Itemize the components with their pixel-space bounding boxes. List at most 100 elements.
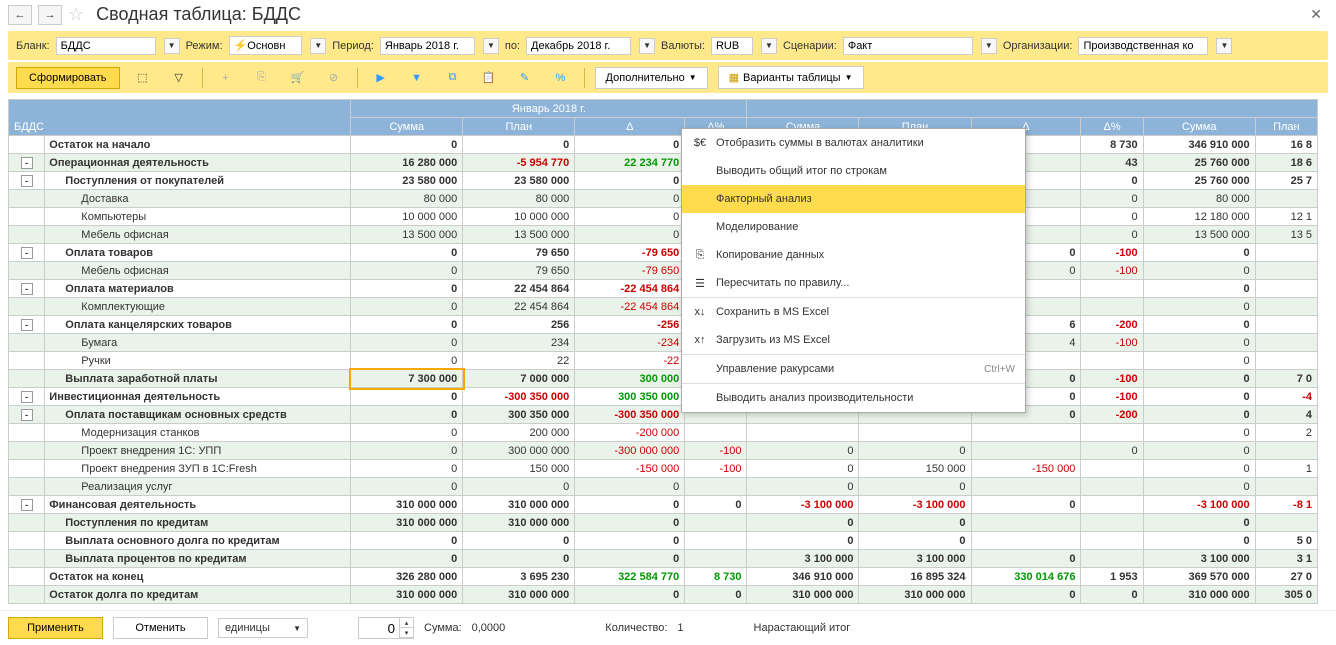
- tree-expand[interactable]: [9, 478, 45, 496]
- cell[interactable]: 310 000 000: [351, 514, 463, 532]
- cell[interactable]: -150 000: [575, 460, 685, 478]
- tree-expand[interactable]: [9, 532, 45, 550]
- cell[interactable]: [1255, 262, 1317, 280]
- cell[interactable]: 25 760 000: [1143, 154, 1255, 172]
- cell[interactable]: 22: [463, 352, 575, 370]
- cell[interactable]: 12 180 000: [1143, 208, 1255, 226]
- cell[interactable]: 0: [1143, 370, 1255, 388]
- cell[interactable]: 369 570 000: [1143, 568, 1255, 586]
- cell[interactable]: 80 000: [1143, 190, 1255, 208]
- cell[interactable]: 0: [1143, 388, 1255, 406]
- cell[interactable]: 0: [1143, 316, 1255, 334]
- cell[interactable]: 256: [463, 316, 575, 334]
- tree-expand[interactable]: -: [9, 388, 45, 406]
- cell[interactable]: 322 584 770: [575, 568, 685, 586]
- row-name[interactable]: Компьютеры: [45, 208, 351, 226]
- cell[interactable]: 0: [351, 298, 463, 316]
- row-name[interactable]: Оплата поставщикам основных средств: [45, 406, 351, 424]
- menu-item[interactable]: Моделирование: [682, 213, 1025, 241]
- cell[interactable]: 150 000: [859, 460, 971, 478]
- cell[interactable]: [971, 424, 1081, 442]
- cell[interactable]: 0: [971, 496, 1081, 514]
- cell[interactable]: 310 000 000: [351, 496, 463, 514]
- cell[interactable]: 23 580 000: [463, 172, 575, 190]
- back-button[interactable]: ←: [8, 5, 32, 25]
- cell[interactable]: 0: [351, 460, 463, 478]
- cell[interactable]: 0: [1143, 442, 1255, 460]
- cell[interactable]: 300 350 000: [463, 406, 575, 424]
- cell[interactable]: [1255, 352, 1317, 370]
- delete-icon[interactable]: ⊘: [321, 67, 347, 89]
- cell[interactable]: 0: [351, 280, 463, 298]
- tree-expand[interactable]: [9, 424, 45, 442]
- cell[interactable]: 7 300 000: [351, 370, 463, 388]
- funnel-icon[interactable]: ▽: [166, 67, 192, 89]
- cell[interactable]: 0: [1143, 424, 1255, 442]
- cart-icon[interactable]: 🛒: [285, 67, 311, 89]
- cell[interactable]: -3 100 000: [859, 496, 971, 514]
- cell[interactable]: 310 000 000: [859, 586, 971, 604]
- cell[interactable]: [685, 424, 747, 442]
- cell[interactable]: 0: [351, 388, 463, 406]
- cell[interactable]: 0: [575, 136, 685, 154]
- cell[interactable]: 3 100 000: [1143, 550, 1255, 568]
- cell[interactable]: 0: [859, 532, 971, 550]
- cell[interactable]: 300 000 000: [463, 442, 575, 460]
- cell[interactable]: 0: [1081, 442, 1143, 460]
- row-name[interactable]: Инвестиционная деятельность: [45, 388, 351, 406]
- tree-expand[interactable]: -: [9, 316, 45, 334]
- cell[interactable]: 0: [1081, 226, 1143, 244]
- cell[interactable]: [859, 424, 971, 442]
- cell[interactable]: [1081, 550, 1143, 568]
- cell[interactable]: 5 0: [1255, 532, 1317, 550]
- cell[interactable]: 79 650: [463, 244, 575, 262]
- cell[interactable]: 300 000: [575, 370, 685, 388]
- cell[interactable]: 22 454 864: [463, 298, 575, 316]
- star-icon[interactable]: ☆: [68, 4, 84, 25]
- cell[interactable]: [1081, 496, 1143, 514]
- cell[interactable]: 7 000 000: [463, 370, 575, 388]
- cell[interactable]: [1255, 280, 1317, 298]
- cell[interactable]: 0: [747, 478, 859, 496]
- scenario-input[interactable]: [848, 40, 968, 52]
- spin-input[interactable]: ▴▾: [358, 617, 414, 639]
- cell[interactable]: 80 000: [351, 190, 463, 208]
- tree-expand[interactable]: [9, 262, 45, 280]
- tree-expand[interactable]: [9, 334, 45, 352]
- cell[interactable]: 0: [351, 478, 463, 496]
- tree-expand[interactable]: [9, 568, 45, 586]
- tree-expand[interactable]: -: [9, 496, 45, 514]
- row-name[interactable]: Доставка: [45, 190, 351, 208]
- cell[interactable]: 0: [859, 478, 971, 496]
- cell[interactable]: 0: [1081, 190, 1143, 208]
- cell[interactable]: 10 000 000: [351, 208, 463, 226]
- row-name[interactable]: Проект внедрения ЗУП в 1С:Fresh: [45, 460, 351, 478]
- cell[interactable]: 0: [1143, 334, 1255, 352]
- menu-item[interactable]: ☰Пересчитать по правилу...: [682, 269, 1025, 297]
- cell[interactable]: [685, 478, 747, 496]
- cell[interactable]: 0: [1143, 352, 1255, 370]
- cell[interactable]: 25 760 000: [1143, 172, 1255, 190]
- blank-dd[interactable]: ▼: [164, 38, 180, 54]
- variants-button[interactable]: ▦Варианты таблицы ▼: [718, 66, 864, 89]
- cell[interactable]: [971, 442, 1081, 460]
- cell[interactable]: 12 1: [1255, 208, 1317, 226]
- cell[interactable]: 200 000: [463, 424, 575, 442]
- cell[interactable]: 0: [575, 190, 685, 208]
- cell[interactable]: 79 650: [463, 262, 575, 280]
- cell[interactable]: 13 500 000: [351, 226, 463, 244]
- mode-dd[interactable]: ▼: [310, 38, 326, 54]
- cube-icon[interactable]: ⬚: [130, 67, 156, 89]
- cell[interactable]: -3 100 000: [747, 496, 859, 514]
- row-name[interactable]: Модернизация станков: [45, 424, 351, 442]
- cell[interactable]: 0: [351, 442, 463, 460]
- cell[interactable]: 0: [1081, 208, 1143, 226]
- row-name[interactable]: Выплата основного долга по кредитам: [45, 532, 351, 550]
- cell[interactable]: 7 0: [1255, 370, 1317, 388]
- cell[interactable]: 310 000 000: [463, 586, 575, 604]
- pivot-table[interactable]: БДДС Январь 2018 г. Сумма План Δ Δ% Сумм…: [8, 99, 1318, 604]
- cell[interactable]: 310 000 000: [747, 586, 859, 604]
- cell[interactable]: -22: [575, 352, 685, 370]
- cell[interactable]: -234: [575, 334, 685, 352]
- cell[interactable]: -100: [1081, 334, 1143, 352]
